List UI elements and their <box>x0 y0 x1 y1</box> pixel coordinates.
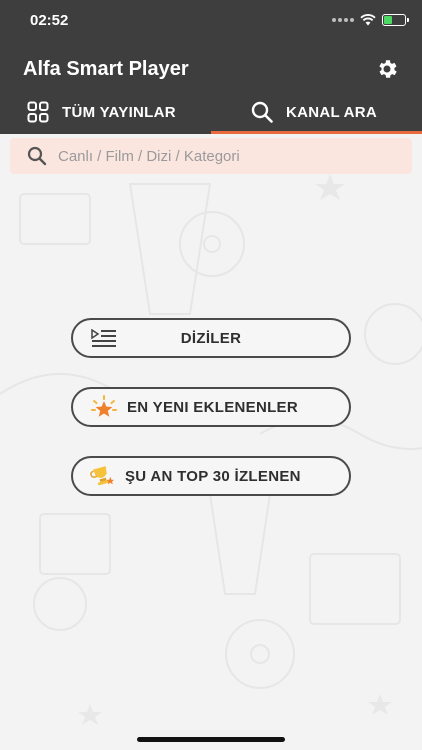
gear-icon <box>379 60 397 78</box>
top-30-izlenen-button[interactable]: ŞU AN TOP 30 İZLENEN <box>71 456 351 496</box>
settings-button[interactable] <box>374 56 400 82</box>
top-30-izlenen-label: ŞU AN TOP 30 İZLENEN <box>125 467 301 485</box>
en-yeni-eklenenler-button[interactable]: EN YENI EKLENENLER <box>71 387 351 427</box>
wifi-icon <box>360 14 376 26</box>
search-icon <box>251 101 273 123</box>
en-yeni-eklenenler-label: EN YENI EKLENENLER <box>127 398 298 416</box>
home-indicator[interactable] <box>137 737 285 742</box>
app-title: Alfa Smart Player <box>23 58 189 80</box>
trophy-icon <box>89 465 115 487</box>
tab-kanal-ara[interactable]: KANAL ARA <box>211 90 422 134</box>
tab-label: TÜM YAYINLAR <box>62 103 176 121</box>
battery-icon <box>382 14 409 26</box>
star-burst-icon <box>91 395 117 418</box>
tab-label: KANAL ARA <box>286 103 378 121</box>
diziler-label: DİZİLER <box>180 329 242 347</box>
search-icon <box>27 146 47 166</box>
status-icons <box>332 14 409 26</box>
search-bar <box>10 138 412 174</box>
main-content <box>0 134 422 750</box>
tab-bar: TÜM YAYINLAR KANAL ARA <box>0 90 422 134</box>
status-time: 02:52 <box>30 12 69 29</box>
cellular-signal-icon <box>332 18 354 22</box>
app-header: 02:52 Alfa Smart Player TÜM YAYINLAR KAN… <box>0 0 422 134</box>
cinema-pattern-background <box>0 174 422 725</box>
search-input[interactable] <box>58 147 388 165</box>
status-bar: 02:52 <box>0 0 422 44</box>
diziler-button[interactable]: DİZİLER <box>71 318 351 358</box>
grid-icon <box>27 101 49 123</box>
tab-tum-yayinlar[interactable]: TÜM YAYINLAR <box>0 90 211 134</box>
